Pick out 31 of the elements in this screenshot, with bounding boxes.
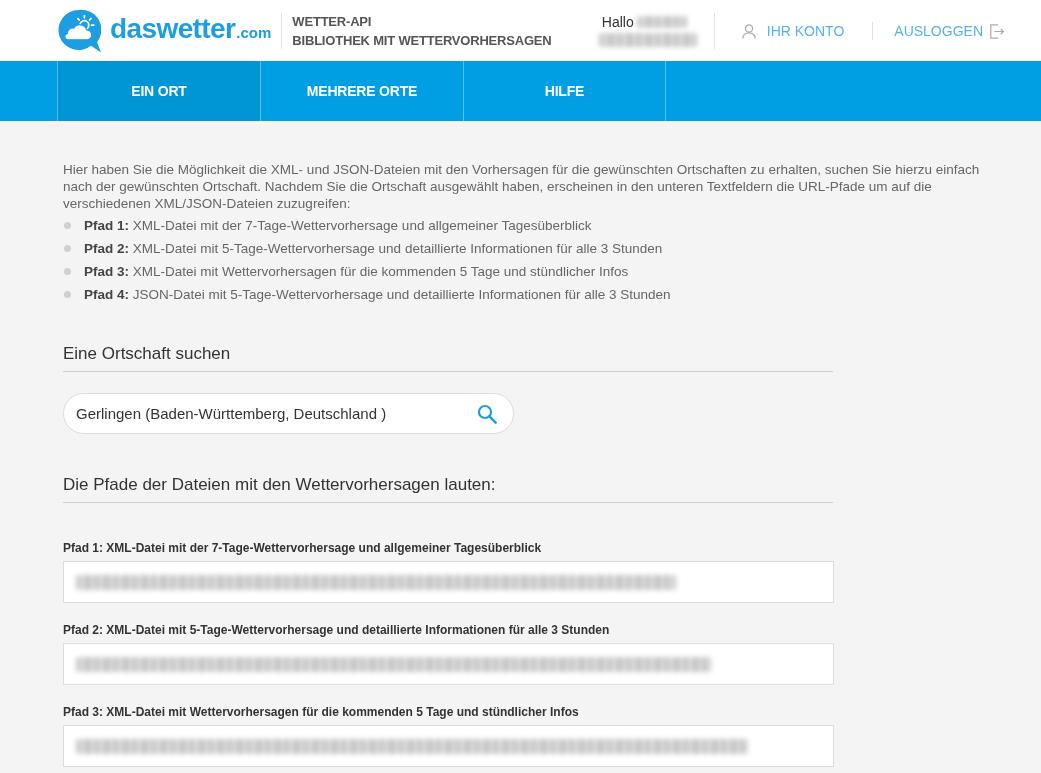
bullet-icon: [64, 222, 71, 229]
field-label: Pfad 2: XML-Datei mit 5-Tage-Wettervorhersage und detaillierte Informationen für alle 3 Stunden: [63, 622, 611, 638]
nav-tab[interactable]: EIN ORT: [57, 61, 260, 121]
search-icon[interactable]: [477, 403, 497, 424]
section-heading: Die Pfade der Dateien mit den Wettervorhersagen lauten:: [63, 474, 833, 503]
field-label: Pfad 1: XML-Datei mit der 7-Tage-Wettervorhersage und allgemeiner Tagesüberblick: [63, 540, 543, 556]
bullet-icon: [64, 291, 71, 298]
logout-link[interactable]: AUSLOGGEN: [894, 23, 1004, 39]
url-field[interactable]: [63, 643, 834, 685]
site-subtitle: BIBLIOTHEK MIT WETTERVORHERSAGEN: [292, 31, 552, 50]
list-item-text: Pfad 3: XML-Datei mit Wettervorhersagen für die kommenden 5 Tage und stündlicher Infos: [84, 264, 629, 279]
nav-tab[interactable]: MEHRERE ORTE: [260, 61, 463, 121]
section-heading: Eine Ortschaft suchen: [63, 343, 833, 372]
list-item-text: Pfad 2: XML-Datei mit 5-Tage-Wettervorhersage und detaillierte Informationen für alle 3 Stunden: [84, 241, 663, 256]
url-field[interactable]: [63, 561, 834, 603]
nav-tab[interactable]: HILFE: [463, 61, 666, 121]
logo-text: daswetter.com: [110, 11, 272, 46]
field-label: Pfad 3: XML-Datei mit Wettervorhersagen für die kommenden 5 Tage und stündlicher Infos: [63, 704, 580, 720]
url-field[interactable]: [63, 725, 834, 767]
greeting-text: Hallo: [600, 14, 634, 30]
list-item-text: Pfad 1: XML-Datei mit der 7-Tage-Wettervorhersage und allgemeiner Tagesüberblick: [84, 218, 592, 233]
search-field[interactable]: Gerlingen (Baden-Württemberg, Deutschland ): [63, 393, 514, 434]
logout-icon: [990, 23, 1004, 39]
bullet-icon: [64, 268, 71, 275]
site-title: WETTER-API: [292, 12, 372, 31]
logo-icon: [58, 9, 101, 53]
bullet-icon: [64, 245, 71, 252]
intro-paragraph: Hier haben Sie die Möglichkeit die XML- und JSON-Dateien mit den Vorhersagen für die gewünschten Ortschaften zu erhalten, suchen Sie hierzu einfach nach der gewünschten Ortschaft. Nachdem Sie die Ortschaft ausgewählt haben, erscheinen in den unteren Textfeldern die URL-Pfade um auf die verschiedenen XML/JSON-Dateien zuzugreifen:: [63, 161, 981, 212]
list-item-text: Pfad 4: JSON-Datei mit 5-Tage-Wettervorhersage und detaillierte Informationen für alle 3 Stunden: [84, 287, 671, 302]
account-link[interactable]: IHR KONTO: [741, 23, 845, 39]
user-icon: [741, 23, 756, 39]
